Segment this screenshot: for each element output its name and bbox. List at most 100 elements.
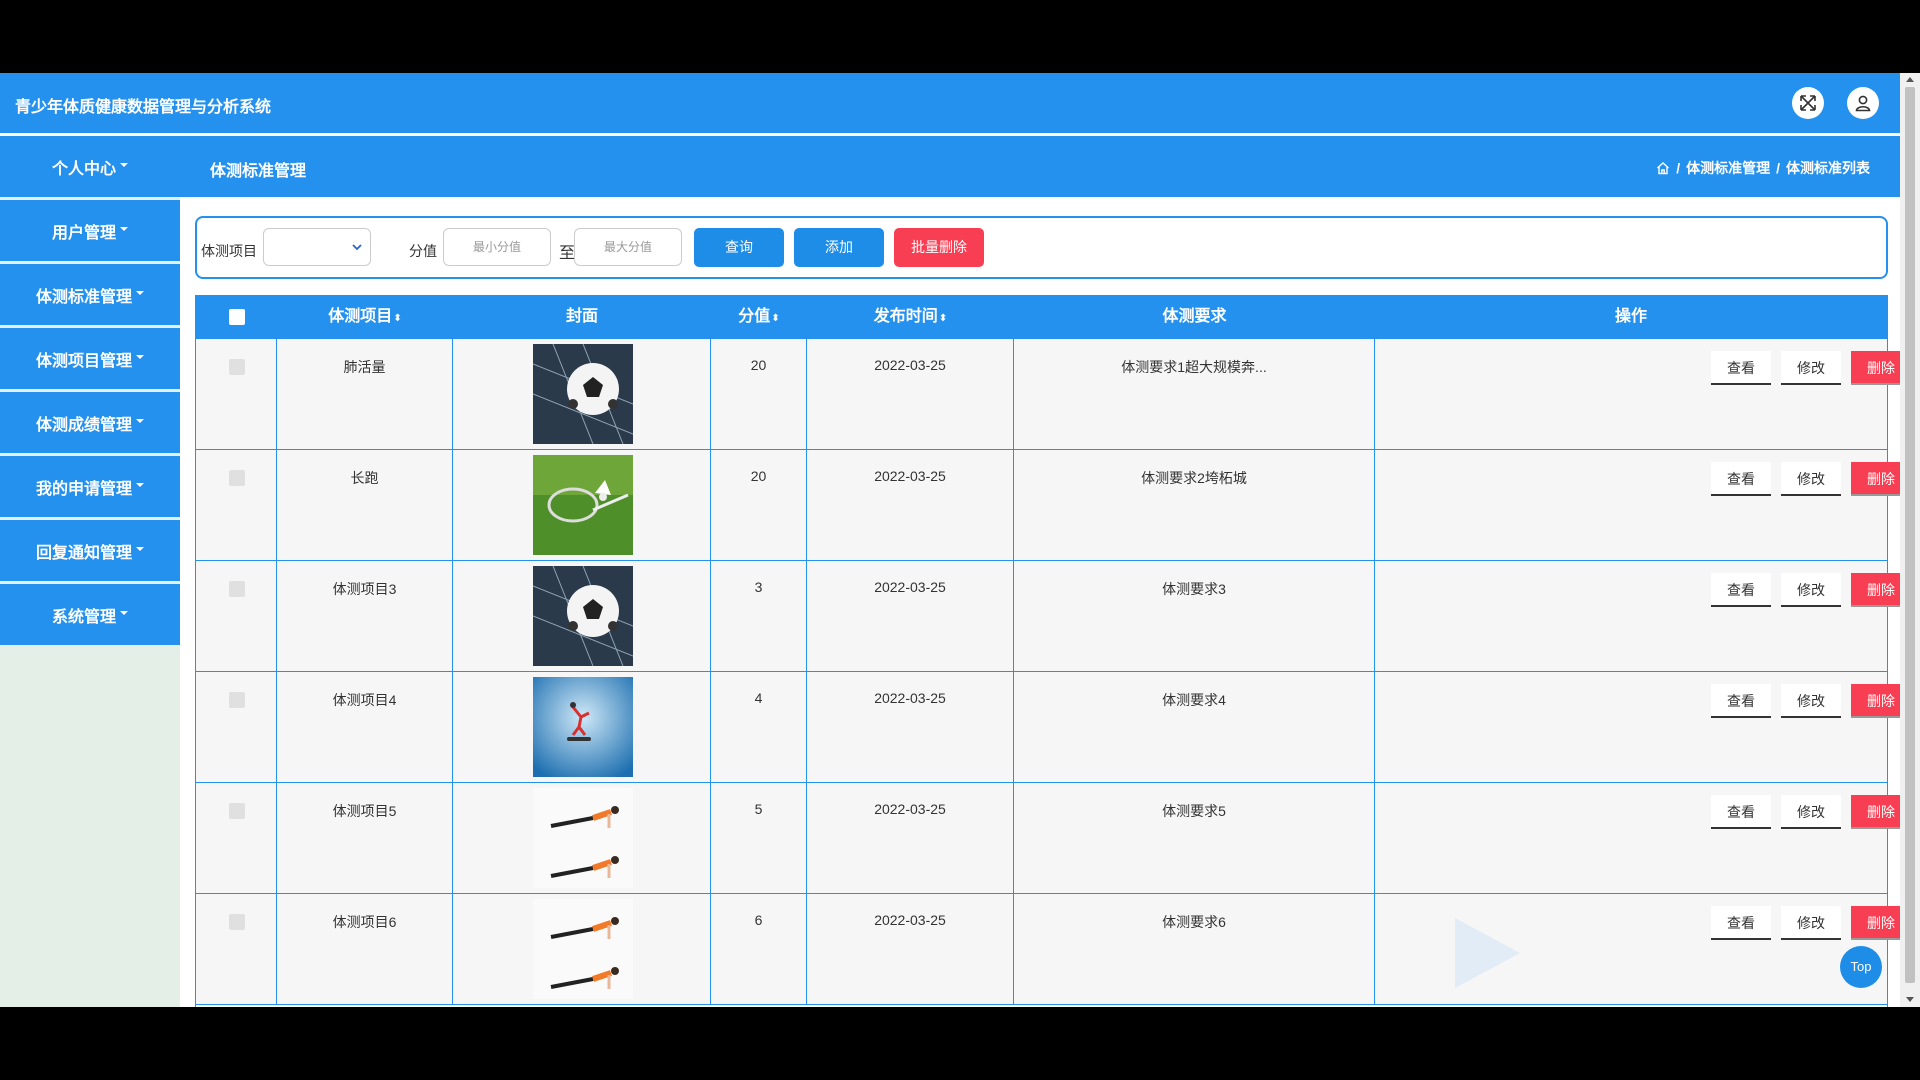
sidebar-item-personal-center[interactable]: 个人中心 [0,136,180,197]
view-button[interactable]: 查看 [1711,351,1771,385]
view-button[interactable]: 查看 [1711,684,1771,718]
soccer-ball-image[interactable] [533,344,633,444]
item-label: 体测项目 [201,243,257,259]
item-cell: 体测项目4 [277,672,453,782]
table-row: 肺活量 20 2022-03-25 体测要求1超大规模奔... 查看 修改 删除 [196,339,1911,450]
row-checkbox[interactable] [229,359,245,375]
edit-button[interactable]: 修改 [1781,906,1841,940]
sidebar: 个人中心 用户管理 体测标准管理 体测项目管理 体测成绩管理 我的申请管理 回复… [0,136,180,1007]
header-select-all-cell [196,295,277,339]
item-select[interactable] [263,228,371,266]
date-cell: 2022-03-25 [807,339,1014,449]
date-cell: 2022-03-25 [807,672,1014,782]
row-checkbox[interactable] [229,692,245,708]
page-header: 体测标准管理 / 体测标准管理 / 体测标准列表 [180,136,1900,197]
sidebar-item-score-management[interactable]: 体测成绩管理 [0,392,180,453]
breadcrumb-level2: 体测标准列表 [1786,160,1870,176]
select-cell [196,339,277,449]
item-cell: 体测项目5 [277,783,453,893]
select-cell [196,561,277,671]
max-score-input[interactable]: 最大分值 [574,228,682,266]
skateboard-jump-image[interactable] [533,677,633,777]
min-score-input[interactable]: 最小分值 [443,228,551,266]
sidebar-item-label: 我的申请管理 [35,480,132,498]
item-cell: 长跑 [277,450,453,560]
sidebar-item-label: 回复通知管理 [35,544,132,562]
sidebar-item-standard-management[interactable]: 体测标准管理 [0,264,180,325]
table-row: 体测项目5 5 2022-03-25 体测要求5 查看 修改 删除 [196,783,1911,894]
edit-button[interactable]: 修改 [1781,462,1841,496]
view-button[interactable]: 查看 [1711,462,1771,496]
score-cell: 5 [711,783,807,893]
fullscreen-icon [1800,95,1816,111]
scroll-down-arrow-icon[interactable] [1906,997,1914,1002]
user-icon [1855,95,1871,112]
edit-button[interactable]: 修改 [1781,351,1841,385]
query-button[interactable]: 查询 [694,228,784,267]
sidebar-item-project-management[interactable]: 体测项目管理 [0,328,180,389]
select-all-checkbox[interactable] [229,309,245,325]
row-checkbox[interactable] [229,803,245,819]
caret-down-icon [136,290,144,295]
row-checkbox[interactable] [229,470,245,486]
requirement-cell: 体测要求1超大规模奔... [1014,339,1375,449]
scroll-up-arrow-icon[interactable] [1906,77,1914,82]
page-scrollbar[interactable] [1900,73,1920,1007]
badminton-image[interactable] [533,455,633,555]
view-button[interactable]: 查看 [1711,906,1771,940]
cover-cell [453,450,711,560]
sidebar-item-system-management[interactable]: 系统管理 [0,584,180,645]
row-checkbox[interactable] [229,914,245,930]
header-item[interactable]: 体测项目⬍ [277,295,453,339]
caret-down-icon [136,546,144,551]
operations-cell: 查看 修改 删除 [1375,561,1911,671]
select-cell [196,783,277,893]
fullscreen-button[interactable] [1792,87,1824,119]
to-label: 至 [559,245,576,262]
add-button[interactable]: 添加 [794,228,884,267]
requirement-cell: 体测要求6 [1014,894,1375,1004]
sort-icon: ⬍ [393,313,402,324]
caret-down-icon [136,482,144,487]
data-table: 体测项目⬍ 封面 分值⬍ 发布时间⬍ 体测要求 操作 肺活量 20 2022-0… [195,295,1911,1007]
user-menu-button[interactable] [1847,87,1879,119]
score-label: 分值 [409,243,437,259]
row-checkbox[interactable] [229,581,245,597]
caret-down-icon [136,354,144,359]
item-cell: 体测项目6 [277,894,453,1004]
operations-cell: 查看 修改 删除 [1375,450,1911,560]
plank-exercise-image[interactable] [533,788,633,888]
caret-down-icon [120,162,128,167]
soccer-ball-image[interactable] [533,566,633,666]
scrollbar-thumb[interactable] [1905,87,1915,983]
sidebar-item-label: 用户管理 [51,224,116,242]
batch-delete-button[interactable]: 批量删除 [894,228,984,267]
sidebar-item-user-management[interactable]: 用户管理 [0,200,180,261]
view-button[interactable]: 查看 [1711,795,1771,829]
chevron-down-icon [352,244,362,251]
search-form: 体测项目 分值 最小分值 至 最大分值 查询 添加 批量删除 [195,216,1888,279]
header-score[interactable]: 分值⬍ [711,295,807,339]
date-cell: 2022-03-25 [807,450,1014,560]
operations-cell: 查看 修改 删除 [1375,339,1911,449]
cover-cell [453,672,711,782]
requirement-cell: 体测要求2垮柘城 [1014,450,1375,560]
requirement-cell: 体测要求3 [1014,561,1375,671]
plank-exercise-image[interactable] [533,899,633,999]
score-cell: 20 [711,339,807,449]
score-cell: 3 [711,561,807,671]
sidebar-item-label: 体测项目管理 [35,352,132,370]
edit-button[interactable]: 修改 [1781,795,1841,829]
home-icon[interactable] [1656,161,1670,175]
breadcrumb-level1[interactable]: 体测标准管理 [1686,158,1770,178]
play-watermark-icon [1450,913,1530,998]
view-button[interactable]: 查看 [1711,573,1771,607]
edit-button[interactable]: 修改 [1781,684,1841,718]
sidebar-item-application-management[interactable]: 我的申请管理 [0,456,180,517]
back-to-top-button[interactable]: Top [1840,946,1882,988]
header-date[interactable]: 发布时间⬍ [807,295,1014,339]
sidebar-item-notice-management[interactable]: 回复通知管理 [0,520,180,581]
edit-button[interactable]: 修改 [1781,573,1841,607]
sidebar-item-label: 体测成绩管理 [35,416,132,434]
cover-cell [453,894,711,1004]
